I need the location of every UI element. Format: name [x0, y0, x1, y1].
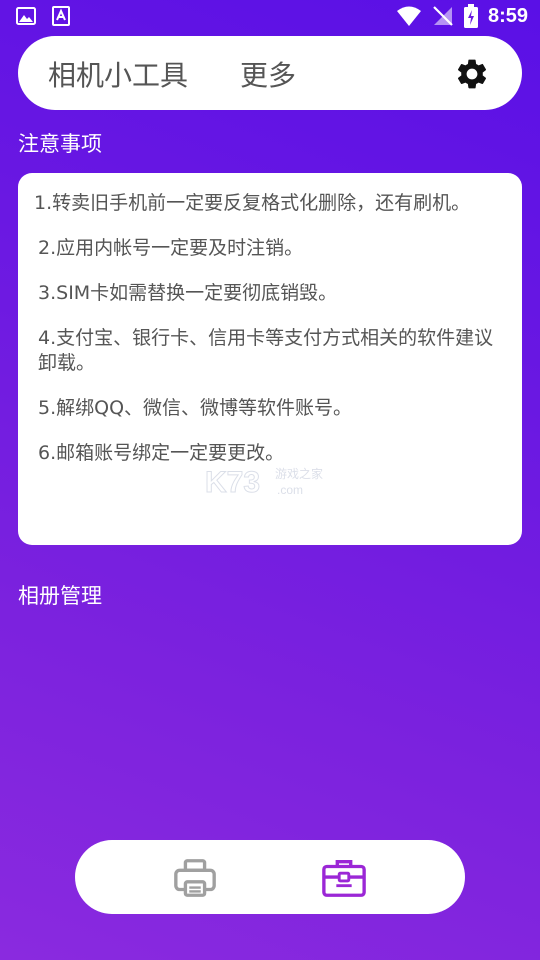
- note-item-2: 2.应用内帐号一定要及时注销。: [38, 237, 304, 259]
- no-signal-icon: [433, 6, 453, 26]
- notes-section-title: 注意事项: [18, 132, 102, 156]
- bottom-nav: [75, 840, 465, 914]
- tab-camera-tools[interactable]: 相机小工具: [48, 54, 188, 94]
- printer-icon[interactable]: [172, 855, 218, 901]
- status-time: 8:59: [487, 4, 528, 27]
- battery-charging-icon: [463, 4, 478, 28]
- note-item-4: 4.支付宝、银行卡、信用卡等支付方式相关的软件建议卸载。: [38, 327, 494, 374]
- app-notification-icon: [52, 6, 70, 26]
- album-section-title: 相册管理: [18, 584, 102, 608]
- note-item-1: 1.转卖旧手机前一定要反复格式化删除，还有刷机。: [34, 192, 471, 214]
- status-bar: 8:59: [0, 0, 540, 36]
- gallery-notification-icon: [16, 7, 36, 25]
- watermark-site: 游戏之家: [275, 466, 323, 481]
- k73-watermark: K73 游戏之家 .com: [205, 466, 323, 500]
- watermark-brand: K73: [205, 466, 260, 499]
- tab-more[interactable]: 更多: [240, 54, 296, 94]
- top-tab-bar: 相机小工具 更多: [18, 36, 522, 110]
- note-item-5: 5.解绑QQ、微信、微博等软件账号。: [38, 397, 353, 419]
- watermark-domain: .com: [277, 483, 303, 497]
- gear-icon[interactable]: [454, 56, 490, 92]
- wifi-icon: [396, 6, 421, 26]
- note-item-3: 3.SIM卡如需替换一定要彻底销毁。: [38, 282, 338, 304]
- toolbox-icon[interactable]: [321, 855, 367, 901]
